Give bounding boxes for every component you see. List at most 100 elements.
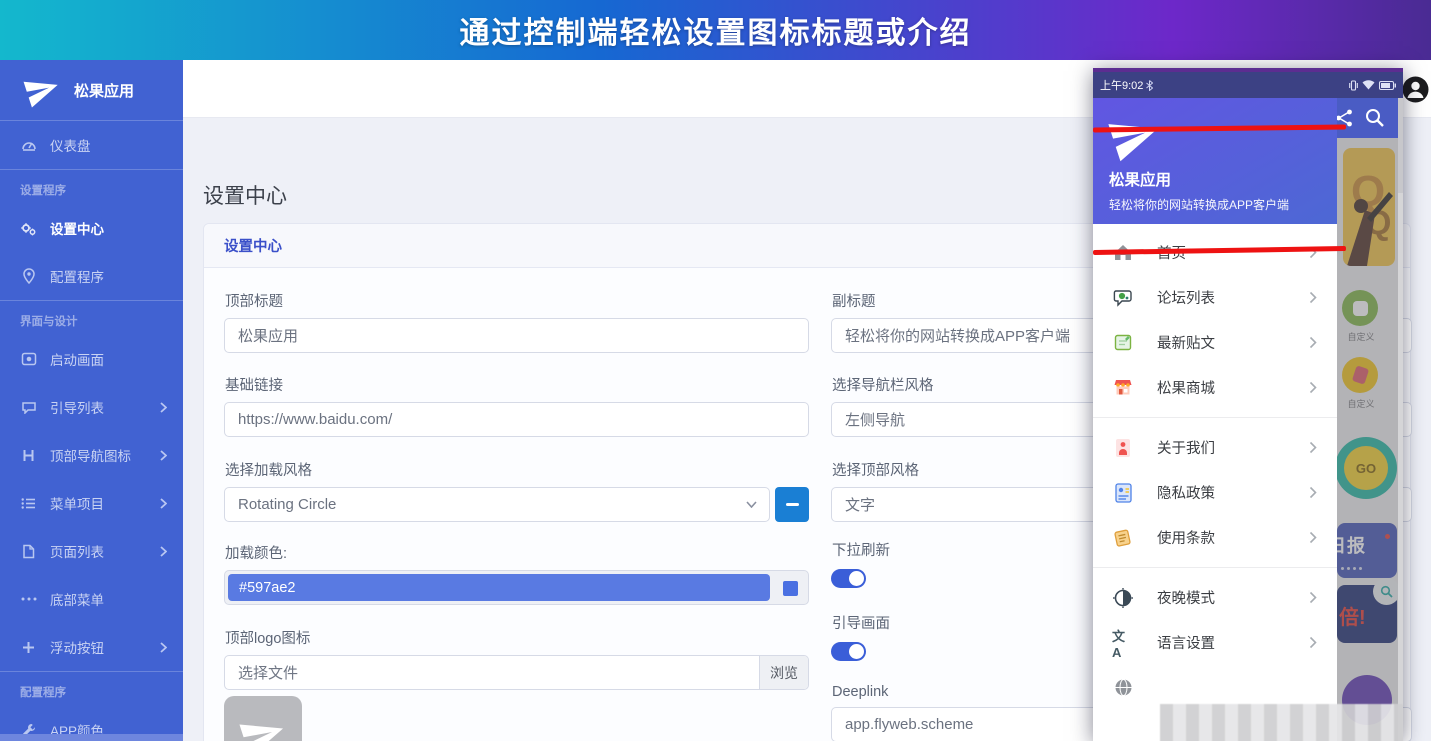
chevron-right-icon xyxy=(1309,291,1317,304)
blurred-watermark xyxy=(1160,704,1403,741)
language-icon: 文A xyxy=(1112,632,1134,654)
pages-icon xyxy=(20,543,37,560)
loading-style-select[interactable]: Rotating Circle xyxy=(224,487,770,522)
drawer-item-latest-posts[interactable]: 最新贴文 xyxy=(1093,320,1337,365)
sidebar-item-menu-items[interactable]: 菜单项目 xyxy=(0,479,183,527)
logo-preview xyxy=(224,696,302,741)
search-icon[interactable] xyxy=(1364,107,1386,129)
sidebar-item-label: 启动画面 xyxy=(50,349,104,369)
sidebar-item-floating-button[interactable]: 浮动按钮 xyxy=(0,623,183,671)
dashboard-icon xyxy=(20,137,37,154)
selected-value: Rotating Circle xyxy=(238,496,336,513)
selected-value: 左侧导航 xyxy=(845,409,905,430)
forum-icon xyxy=(1112,287,1134,309)
vibrate-icon xyxy=(1349,80,1358,91)
sidebar-item-dashboard[interactable]: 仪表盘 xyxy=(0,121,183,169)
wifi-icon xyxy=(1362,80,1375,90)
sidebar-logo[interactable]: 松果应用 xyxy=(0,60,183,120)
minus-icon xyxy=(786,503,799,506)
guide-list-icon xyxy=(20,399,37,416)
sidebar-item-label: 浮动按钮 xyxy=(50,637,104,657)
drawer-item-privacy[interactable]: 隐私政策 xyxy=(1093,470,1337,515)
toggle-knob xyxy=(849,644,864,659)
field-label: 选择加载风格 xyxy=(225,459,809,480)
toggle-knob xyxy=(849,571,864,586)
drawer-item-label: 关于我们 xyxy=(1157,437,1215,458)
store-icon xyxy=(1112,377,1134,399)
chevron-right-icon xyxy=(1309,531,1317,544)
top-title-input[interactable] xyxy=(224,318,809,353)
pull-refresh-toggle[interactable] xyxy=(831,569,866,588)
base-link-input[interactable] xyxy=(224,402,809,437)
sidebar: 松果应用 仪表盘 设置程序 设置中心 配置程序 界面与设计 xyxy=(0,60,183,741)
field-label: 顶部logo图标 xyxy=(225,627,809,648)
field-base-link: 基础链接 xyxy=(224,374,809,437)
scrollbar-thumb[interactable] xyxy=(1398,98,1403,193)
sidebar-item-label: 底部菜单 xyxy=(50,589,104,609)
user-avatar[interactable] xyxy=(1402,76,1429,103)
remove-loading-style-button[interactable] xyxy=(775,487,809,522)
sidebar-item-page-list[interactable]: 页面列表 xyxy=(0,527,183,575)
drawer-item-label: 最新贴文 xyxy=(1157,332,1215,353)
chevron-right-icon xyxy=(1309,591,1317,604)
drawer-item-label: 夜晚模式 xyxy=(1157,587,1215,608)
app-background: QQ 自定义 自定义 GO 日报 倍! xyxy=(1337,98,1403,741)
phone-preview: 上午9:02 QQ 自定义 自定义 GO xyxy=(1093,68,1403,741)
splash-screen-icon xyxy=(20,351,37,368)
sidebar-item-guide-list[interactable]: 引导列表 xyxy=(0,383,183,431)
sidebar-item-configure[interactable]: 配置程序 xyxy=(0,252,183,300)
sidebar-item-label: 仪表盘 xyxy=(50,135,91,155)
field-top-logo: 顶部logo图标 选择文件 浏览 xyxy=(224,627,809,690)
chevron-down-icon xyxy=(746,501,757,508)
sidebar-item-top-nav-icons[interactable]: 顶部导航图标 xyxy=(0,431,183,479)
field-loading-color: 加载颜色: #597ae2 xyxy=(224,542,809,605)
drawer-item-about[interactable]: 关于我们 xyxy=(1093,425,1337,470)
chevron-right-icon xyxy=(1309,336,1317,349)
sidebar-section-settings: 设置程序 xyxy=(0,170,183,204)
browse-button[interactable]: 浏览 xyxy=(759,656,808,689)
sidebar-item-splash[interactable]: 启动画面 xyxy=(0,335,183,383)
logo-file-input[interactable]: 选择文件 浏览 xyxy=(224,655,809,690)
drawer-item-label: 语言设置 xyxy=(1157,632,1215,653)
sidebar-item-label: 配置程序 xyxy=(50,266,104,286)
sidebar-item-label: 菜单项目 xyxy=(50,493,104,513)
drawer-item-mall[interactable]: 松果商城 xyxy=(1093,365,1337,410)
drawer-item-terms[interactable]: 使用条款 xyxy=(1093,515,1337,560)
drawer-item-night-mode[interactable]: 夜晚模式 xyxy=(1093,575,1337,620)
drawer-item-label: 使用条款 xyxy=(1157,527,1215,548)
drawer-item-language[interactable]: 文A 语言设置 xyxy=(1093,620,1337,665)
drawer-app-title: 松果应用 xyxy=(1109,168,1321,190)
chevron-right-icon xyxy=(160,642,167,653)
drawer-item-forum[interactable]: 论坛列表 xyxy=(1093,275,1337,320)
terms-icon xyxy=(1112,527,1134,549)
drawer-item-label: 隐私政策 xyxy=(1157,482,1215,503)
status-time-text: 上午9:02 xyxy=(1100,77,1143,93)
drawer-menu: 首页 论坛列表 最新贴文 松果商城 xyxy=(1093,224,1337,710)
sidebar-item-label: 设置中心 xyxy=(50,218,104,238)
field-label: 加载颜色: xyxy=(225,542,809,563)
guide-screen-toggle[interactable] xyxy=(831,642,866,661)
phone-status-bar: 上午9:02 xyxy=(1093,72,1403,98)
field-label: 顶部标题 xyxy=(225,290,809,311)
field-label: 基础链接 xyxy=(225,374,809,395)
loading-color-value: #597ae2 xyxy=(239,580,295,596)
ellipsis-icon xyxy=(20,591,37,608)
about-icon xyxy=(1112,437,1134,459)
color-picker-swatch[interactable] xyxy=(783,581,798,596)
sidebar-item-label: 顶部导航图标 xyxy=(50,445,131,465)
field-top-title: 顶部标题 xyxy=(224,290,809,353)
loading-color-input[interactable]: #597ae2 xyxy=(224,570,809,605)
chevron-right-icon xyxy=(160,498,167,509)
form-column-left: 顶部标题 基础链接 选择加载风格 R xyxy=(224,290,809,741)
sidebar-section-config: 配置程序 xyxy=(0,672,183,706)
drawer-divider xyxy=(1093,567,1337,568)
plus-icon xyxy=(20,639,37,656)
sidebar-item-settings-center[interactable]: 设置中心 xyxy=(0,204,183,252)
sidebar-item-bottom-menu[interactable]: 底部菜单 xyxy=(0,575,183,623)
promo-banner: 通过控制端轻松设置图标标题或介绍 xyxy=(0,0,1431,60)
drawer-scrim[interactable] xyxy=(1337,138,1403,741)
bluetooth-icon xyxy=(1146,80,1153,91)
sidebar-next-item-peek xyxy=(0,734,183,741)
drawer-header: 松果应用 轻松将你的网站转换成APP客户端 xyxy=(1093,98,1337,224)
app-scrollbar[interactable] xyxy=(1398,98,1403,741)
